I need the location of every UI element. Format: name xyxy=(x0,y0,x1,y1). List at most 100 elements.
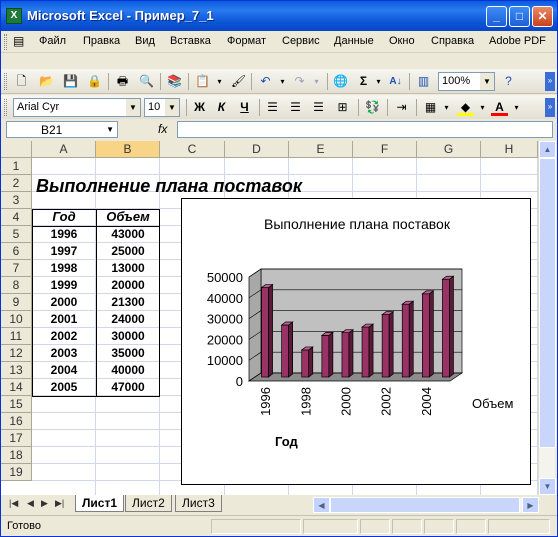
column-header[interactable]: B xyxy=(96,141,160,158)
vertical-scrollbar[interactable]: ▲ ▼ xyxy=(538,141,556,495)
horizontal-scrollbar[interactable]: ◀ ▶ xyxy=(313,497,539,513)
table-cell[interactable]: 2004 xyxy=(32,362,96,379)
row-header[interactable]: 7 xyxy=(1,260,32,277)
help-icon[interactable]: ? xyxy=(500,73,517,90)
menu-item[interactable]: Формат xyxy=(227,35,266,47)
toolbar-overflow-icon[interactable]: » xyxy=(545,98,555,117)
table-cell[interactable]: 30000 xyxy=(96,328,160,345)
column-header[interactable]: F xyxy=(353,141,417,158)
table-cell[interactable]: 40000 xyxy=(96,362,160,379)
table-cell[interactable]: 20000 xyxy=(96,277,160,294)
toolbar-overflow-icon[interactable]: » xyxy=(545,72,555,91)
menu-item[interactable]: Вставка xyxy=(170,35,211,47)
sheet-tab[interactable]: Лист2 xyxy=(125,495,172,512)
sheet-title[interactable]: Выполнение плана поставок xyxy=(36,176,302,197)
font-color-icon[interactable]: A xyxy=(491,99,508,116)
table-cell[interactable]: 24000 xyxy=(96,311,160,328)
paste-icon[interactable]: 📋 xyxy=(194,73,211,90)
table-cell[interactable]: 2000 xyxy=(32,294,96,311)
row-header[interactable]: 17 xyxy=(1,430,32,447)
scroll-right-button[interactable]: ▶ xyxy=(522,497,539,513)
row-header[interactable]: 11 xyxy=(1,328,32,345)
save-icon[interactable]: 💾 xyxy=(62,73,79,90)
currency-icon[interactable]: 💱 xyxy=(364,99,381,116)
column-header[interactable]: G xyxy=(417,141,481,158)
row-header[interactable]: 2 xyxy=(1,175,32,192)
close-button[interactable]: ✕ xyxy=(532,6,553,27)
fill-color-icon[interactable]: ◆ xyxy=(457,99,474,116)
font-name-select[interactable]: Arial Cyr ▼ xyxy=(13,98,141,117)
borders-icon[interactable]: ▦ xyxy=(422,99,439,116)
row-header[interactable]: 19 xyxy=(1,464,32,481)
row-header[interactable]: 14 xyxy=(1,379,32,396)
hyperlink-icon[interactable]: 🌐 xyxy=(332,73,349,90)
align-left-icon[interactable]: ☰ xyxy=(264,99,281,116)
first-sheet-icon[interactable]: |◀ xyxy=(9,498,18,509)
redo-dropdown-icon[interactable]: ▾ xyxy=(308,73,325,90)
menu-item[interactable]: Справка xyxy=(431,35,474,47)
last-sheet-icon[interactable]: ▶| xyxy=(55,498,64,509)
table-cell[interactable]: 2003 xyxy=(32,345,96,362)
permission-icon[interactable]: 🔒 xyxy=(86,73,103,90)
new-icon[interactable]: 🗋 xyxy=(13,73,30,90)
print-icon[interactable]: 🖶 xyxy=(114,73,131,90)
undo-dropdown-icon[interactable]: ▾ xyxy=(274,73,291,90)
table-cell[interactable]: 43000 xyxy=(96,226,160,243)
zoom-select[interactable]: 100% ▼ xyxy=(438,72,495,91)
menu-item[interactable]: Adobe PDF xyxy=(489,35,546,47)
column-header[interactable]: C xyxy=(160,141,225,158)
table-cell[interactable]: 47000 xyxy=(96,379,160,396)
name-box[interactable]: B21 ▼ xyxy=(6,121,118,138)
scroll-left-button[interactable]: ◀ xyxy=(313,497,330,513)
italic-button[interactable]: К xyxy=(213,99,230,116)
underline-button[interactable]: Ч xyxy=(236,99,253,116)
indent-icon[interactable]: ⇥ xyxy=(393,99,410,116)
chart-wizard-icon[interactable]: ▥ xyxy=(415,73,432,90)
column-header[interactable]: E xyxy=(289,141,353,158)
row-header[interactable]: 15 xyxy=(1,396,32,413)
row-header[interactable]: 9 xyxy=(1,294,32,311)
table-cell[interactable]: 1997 xyxy=(32,243,96,260)
font-size-select[interactable]: 10 ▼ xyxy=(144,98,180,117)
menu-grip[interactable] xyxy=(4,34,7,50)
bold-button[interactable]: Ж xyxy=(191,99,208,116)
table-cell[interactable]: 2002 xyxy=(32,328,96,345)
next-sheet-icon[interactable]: ▶ xyxy=(41,498,48,509)
research-icon[interactable]: 📚 xyxy=(166,73,183,90)
menu-item[interactable]: Вид xyxy=(135,35,155,47)
minimize-button[interactable]: _ xyxy=(486,6,507,27)
align-center-icon[interactable]: ☰ xyxy=(287,99,304,116)
scroll-down-button[interactable]: ▼ xyxy=(539,478,556,495)
row-header[interactable]: 5 xyxy=(1,226,32,243)
table-cell[interactable]: 1998 xyxy=(32,260,96,277)
row-header[interactable]: 3 xyxy=(1,192,32,209)
undo-icon[interactable]: ↶ xyxy=(257,73,274,90)
row-header[interactable]: 18 xyxy=(1,447,32,464)
maximize-button[interactable]: □ xyxy=(509,6,530,27)
row-header[interactable]: 1 xyxy=(1,158,32,175)
select-all-corner[interactable] xyxy=(1,141,32,158)
format-painter-icon[interactable]: 🖌 xyxy=(230,73,247,90)
sheet-tab[interactable]: Лист1 xyxy=(75,495,125,512)
table-cell[interactable]: 35000 xyxy=(96,345,160,362)
excel-app-icon[interactable]: X xyxy=(6,8,22,24)
sort-ascending-icon[interactable]: A↓ xyxy=(387,73,404,90)
scroll-up-button[interactable]: ▲ xyxy=(539,141,556,158)
hscroll-thumb[interactable] xyxy=(330,497,520,513)
font-color-dropdown-icon[interactable]: ▾ xyxy=(508,99,525,116)
table-cell[interactable]: 2005 xyxy=(32,379,96,396)
table-header-cell[interactable]: Объем xyxy=(96,209,160,226)
menu-item[interactable]: Правка xyxy=(83,35,120,47)
table-header-cell[interactable]: Год xyxy=(32,209,96,226)
title-bar[interactable]: X Microsoft Excel - Пример_7_1 _ □ ✕ xyxy=(1,1,557,31)
table-cell[interactable]: 1996 xyxy=(32,226,96,243)
fill-color-dropdown-icon[interactable]: ▾ xyxy=(474,99,491,116)
borders-dropdown-icon[interactable]: ▾ xyxy=(438,99,455,116)
toolbar-grip[interactable] xyxy=(4,99,7,116)
menu-item[interactable]: Данные xyxy=(334,35,374,47)
row-header[interactable]: 8 xyxy=(1,277,32,294)
prev-sheet-icon[interactable]: ◀ xyxy=(27,498,34,509)
menu-item[interactable]: Файл xyxy=(39,35,66,47)
table-cell[interactable]: 21300 xyxy=(96,294,160,311)
row-header[interactable]: 10 xyxy=(1,311,32,328)
